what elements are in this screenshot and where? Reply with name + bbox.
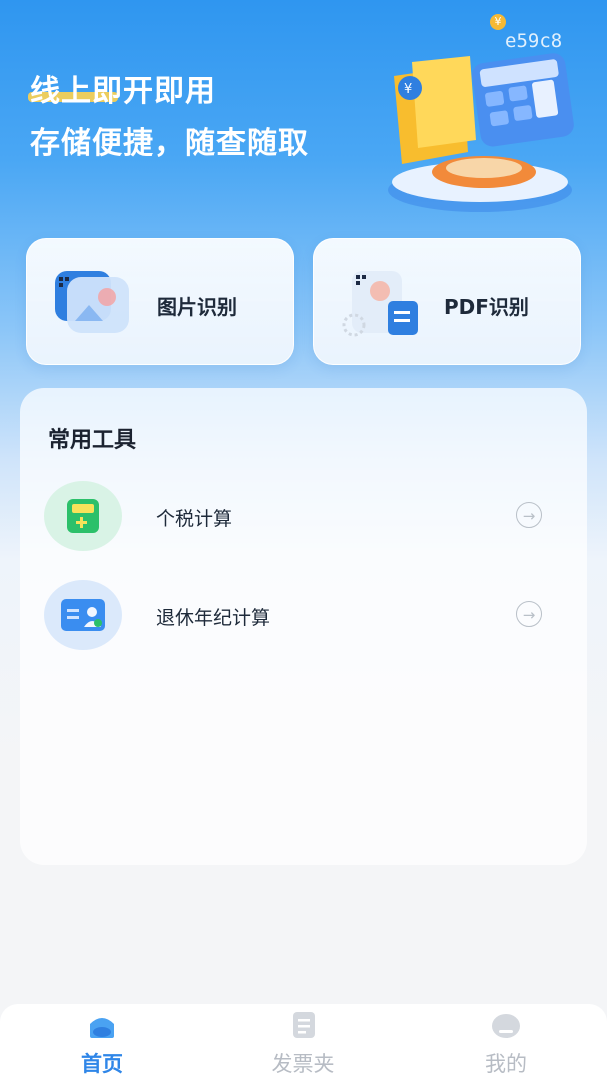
pdf-recognition-card[interactable]: PDF识别 [313, 238, 581, 365]
pdf-recognition-icon [342, 271, 418, 337]
home-icon [90, 1018, 114, 1038]
tab-home[interactable]: 首页 [42, 1004, 162, 1080]
tab-mine-label: 我的 [485, 1052, 527, 1076]
retirement-icon-bg [44, 580, 122, 650]
tool-item-tax[interactable]: 个税计算 → [44, 481, 564, 551]
common-tools-panel: 常用工具 个税计算 → 退休年纪计算 → [20, 388, 587, 865]
tab-invoice-folder[interactable]: 发票夹 [243, 1004, 363, 1080]
tab-mine[interactable]: 我的 [446, 1004, 566, 1080]
svg-text:¥: ¥ [404, 82, 412, 97]
tool-item-retirement-label: 退休年纪计算 [156, 607, 271, 629]
common-tools-title: 常用工具 [48, 428, 137, 453]
arrow-right-icon[interactable]: → [516, 502, 542, 528]
image-recognition-label: 图片识别 [157, 295, 237, 319]
calculator-receipt-illustration: ¥ [388, 53, 574, 212]
invoice-folder-icon [293, 1012, 315, 1038]
tool-item-tax-label: 个税计算 [156, 508, 233, 530]
tab-invoice-folder-label: 发票夹 [271, 1052, 335, 1076]
tool-item-retirement[interactable]: 退休年纪计算 → [44, 580, 564, 650]
retirement-card-icon [61, 599, 105, 631]
tax-calculator-icon [67, 499, 99, 533]
hero-headline: 线上即开即用 [30, 74, 216, 109]
hero-subheadline: 存储便捷，随查随取 [30, 126, 309, 161]
bottom-tab-bar: 首页 发票夹 我的 [0, 1004, 607, 1080]
pdf-recognition-label: PDF识别 [444, 295, 529, 319]
image-recognition-card[interactable]: 图片识别 [26, 238, 294, 365]
profile-icon [492, 1014, 520, 1038]
tab-home-label: 首页 [81, 1052, 123, 1076]
image-recognition-icon [55, 271, 129, 333]
arrow-right-icon[interactable]: → [516, 601, 542, 627]
coin-icon: ¥ [490, 14, 506, 30]
tax-icon-bg [44, 481, 122, 551]
